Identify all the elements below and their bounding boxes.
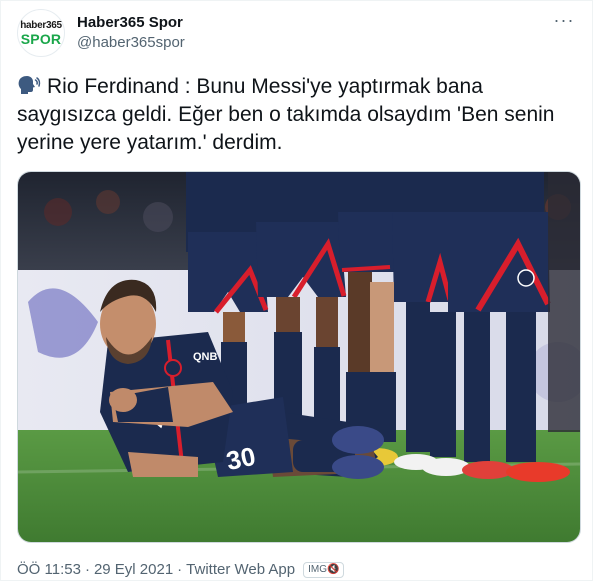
tweet-text: Rio Ferdinand : Bunu Messi'ye yaptırmak … (17, 73, 577, 157)
tweet-photo[interactable]: 30 QNB ALL (17, 171, 581, 543)
author-block: Haber365 Spor @haber365spor (77, 13, 185, 53)
speaking-head-icon (18, 76, 41, 94)
photo-messi-lying-behind-wall: 30 QNB ALL (18, 172, 580, 542)
author-display-name[interactable]: Haber365 Spor (77, 13, 185, 33)
tweet-date[interactable]: 29 Eyl 2021 (94, 561, 173, 579)
tweet-time[interactable]: ÖÖ 11:53 (17, 561, 81, 579)
avatar[interactable]: haber365 SPOR (17, 9, 65, 57)
avatar-text-top: haber365 (20, 19, 62, 31)
tweet-body: Rio Ferdinand : Bunu Messi'ye yaptırmak … (17, 75, 555, 154)
tweet-meta: ÖÖ 11:53 · 29 Eyl 2021 · Twitter Web App… (17, 561, 345, 579)
tweet-card: haber365 SPOR Haber365 Spor @haber365spo… (0, 0, 593, 581)
image-badge: IMG🔇 (303, 562, 345, 578)
avatar-text-bottom: SPOR (20, 30, 62, 47)
more-options-icon[interactable]: ··· (550, 11, 578, 33)
tweet-source[interactable]: Twitter Web App (186, 561, 295, 579)
author-handle[interactable]: @haber365spor (77, 33, 185, 53)
meta-separator: · (84, 561, 90, 578)
jersey-sponsor: QNB (193, 351, 218, 363)
meta-separator: · (177, 561, 183, 578)
jersey-number: 30 (224, 441, 259, 476)
